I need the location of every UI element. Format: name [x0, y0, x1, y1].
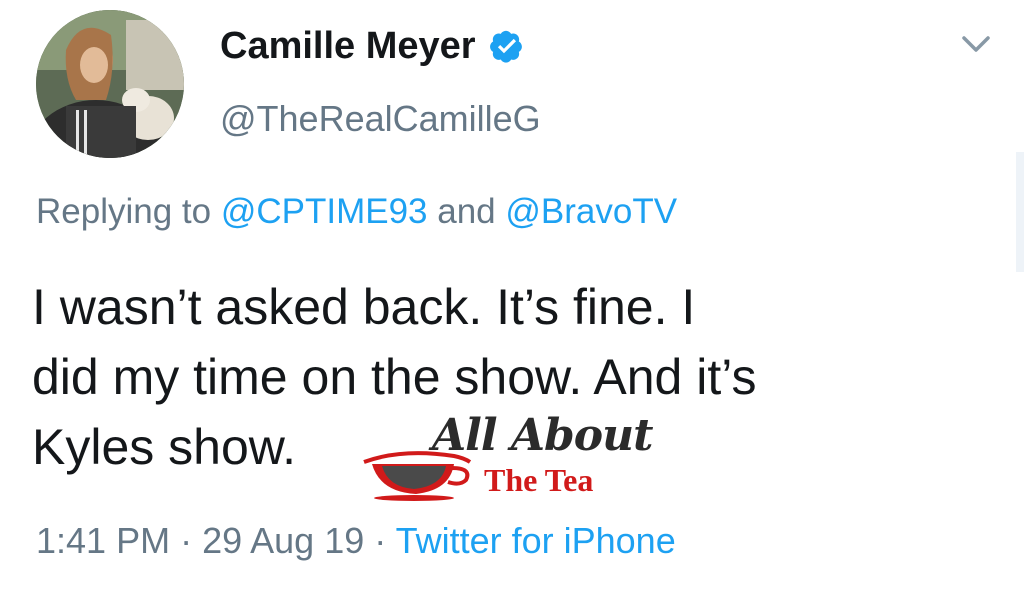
watermark: All About The Tea: [362, 410, 672, 504]
tweet-text-line: I wasn’t asked back. It’s fine. I: [32, 279, 696, 335]
tweet-source[interactable]: Twitter for iPhone: [396, 520, 676, 561]
watermark-sub: The Tea: [484, 462, 594, 498]
author-row: Camille Meyer: [220, 24, 524, 68]
chevron-down-icon[interactable]: [960, 32, 992, 56]
reply-joiner: and: [427, 192, 506, 231]
tweet-card: Camille Meyer @TheRealCamilleG Replying …: [0, 0, 1024, 596]
reply-mention-bravotv[interactable]: @BravoTV: [505, 192, 677, 231]
verified-badge-icon: [489, 30, 522, 63]
tweet-time[interactable]: 1:41 PM: [36, 520, 170, 561]
meta-separator: ·: [364, 520, 396, 561]
reply-mention-cptime93[interactable]: @CPTIME93: [221, 192, 428, 231]
watermark-script: All About: [432, 410, 653, 461]
meta-separator: ·: [170, 520, 203, 561]
display-name[interactable]: Camille Meyer: [220, 25, 476, 68]
tweet-date[interactable]: 29 Aug 19: [202, 520, 364, 561]
tweet-text-line: did my time on the show. And it’s: [32, 349, 757, 405]
reply-prefix: Replying to: [36, 192, 221, 231]
tweet-meta: 1:41 PM · 29 Aug 19 · Twitter for iPhone: [36, 520, 676, 562]
avatar[interactable]: [36, 10, 184, 158]
replying-to: Replying to @CPTIME93 and @BravoTV: [36, 192, 677, 232]
author-handle[interactable]: @TheRealCamilleG: [220, 98, 541, 140]
avatar-photo: [36, 10, 184, 158]
side-divider: [1016, 152, 1024, 272]
